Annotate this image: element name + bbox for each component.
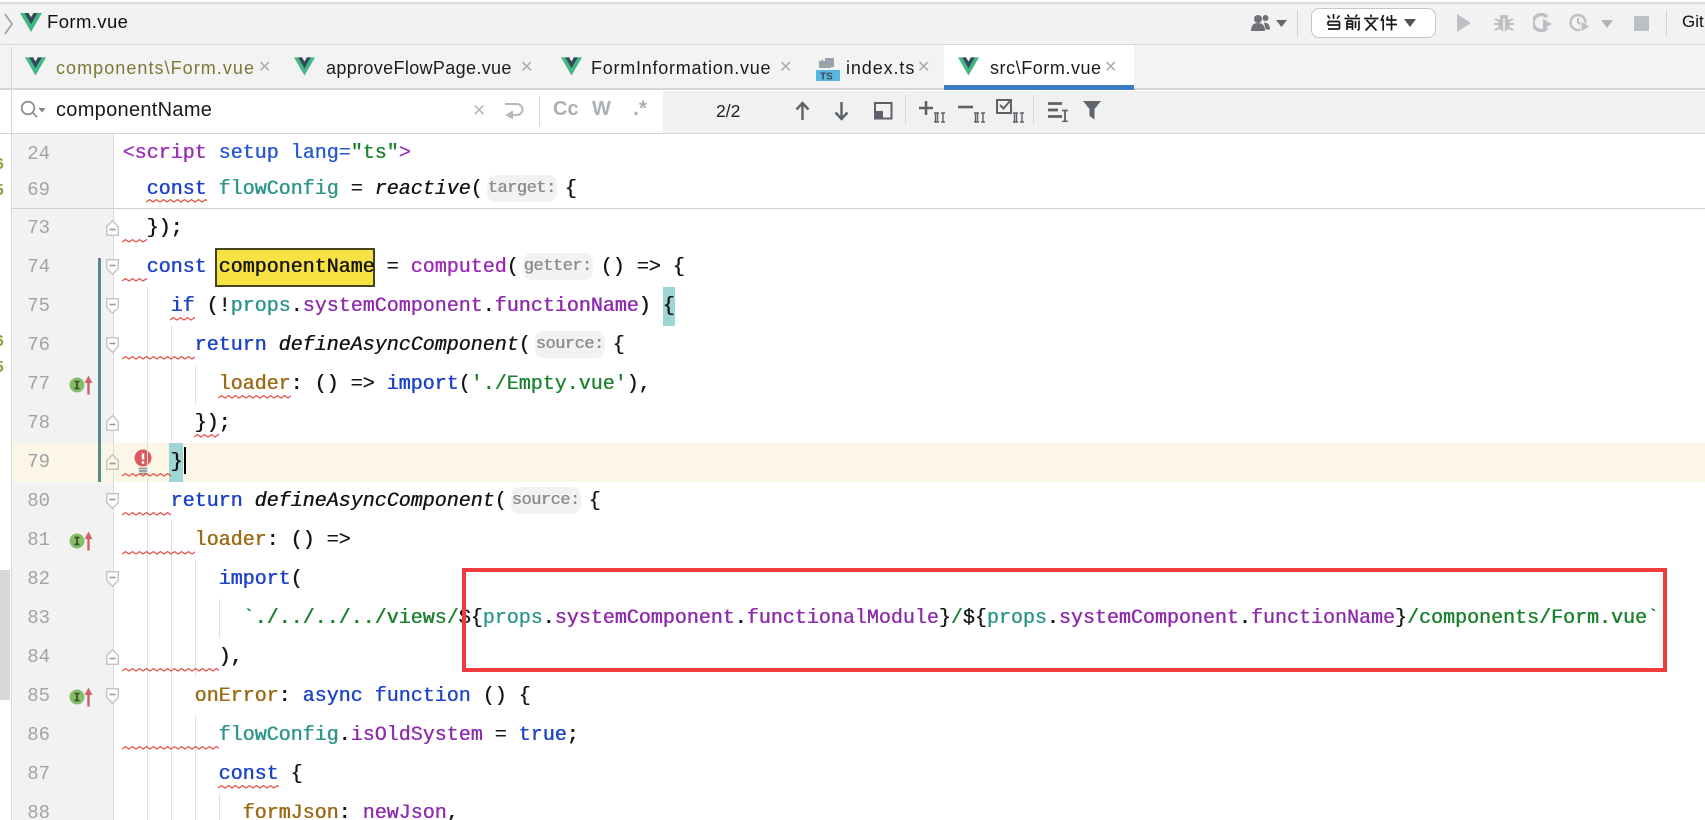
svg-text:TS: TS [820,72,833,83]
